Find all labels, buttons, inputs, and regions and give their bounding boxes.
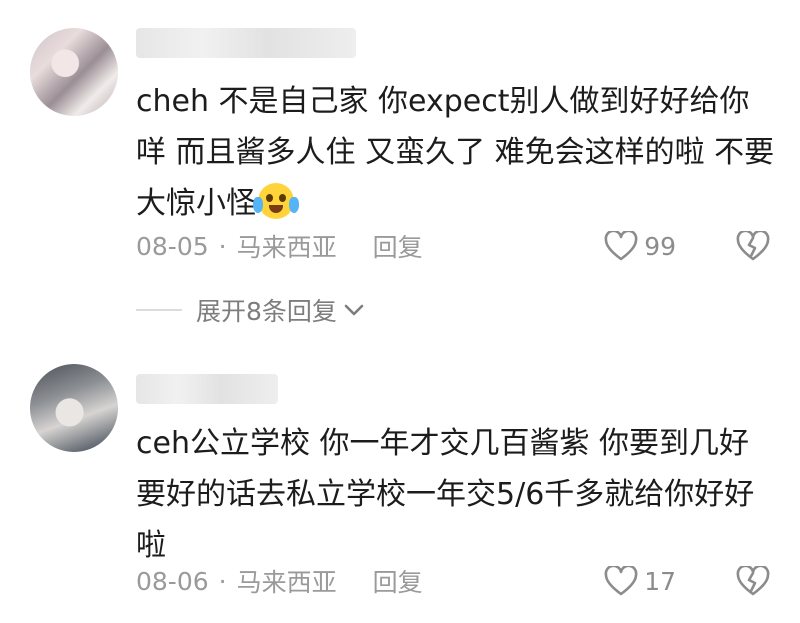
reply-button[interactable]: 回复 [373, 228, 423, 264]
expand-replies-label: 展开8条回复 [196, 297, 337, 326]
divider-line [136, 309, 182, 311]
username-blurred[interactable] [136, 374, 278, 404]
heart-outline-icon [604, 231, 638, 261]
separator: · [218, 566, 227, 596]
comment-text: ceh公立学校 你一年才交几百酱紫 你要到几好 要好的话去私立学校一年交5/6千… [136, 426, 755, 563]
broken-heart-icon [736, 231, 770, 261]
comment-location: 马来西亚 [236, 233, 337, 262]
username-blurred[interactable] [136, 28, 356, 58]
comment-meta: 08-05 · 马来西亚 回复 99 [136, 226, 770, 266]
comment-item: ceh公立学校 你一年才交几百酱紫 你要到几好 要好的话去私立学校一年交5/6千… [0, 340, 800, 623]
heart-outline-icon [604, 566, 638, 596]
dislike-button[interactable] [736, 566, 770, 596]
chevron-down-icon [344, 304, 364, 316]
like-button[interactable]: 99 [604, 231, 676, 261]
crying-laughing-emoji-icon [253, 183, 299, 219]
like-button[interactable]: 17 [604, 566, 676, 596]
broken-heart-icon [736, 566, 770, 596]
like-count: 17 [644, 566, 676, 596]
comment-date: 08-05 [136, 231, 209, 261]
separator: · [218, 231, 227, 261]
comment-text: cheh 不是自己家 你expect别人做到好好给你咩 而且酱多人住 又蛮久了 … [136, 84, 775, 221]
comment-meta: 08-06 · 马来西亚 回复 17 [136, 561, 770, 601]
comment-date: 08-06 [136, 566, 209, 596]
reply-button[interactable]: 回复 [373, 563, 423, 599]
avatar[interactable] [30, 364, 118, 452]
comment-location: 马来西亚 [236, 568, 337, 597]
expand-replies-button[interactable]: 展开8条回复 [136, 290, 365, 330]
like-count: 99 [644, 231, 676, 261]
avatar[interactable] [30, 28, 118, 116]
dislike-button[interactable] [736, 231, 770, 261]
comment-item: cheh 不是自己家 你expect别人做到好好给你咩 而且酱多人住 又蛮久了 … [0, 0, 800, 340]
